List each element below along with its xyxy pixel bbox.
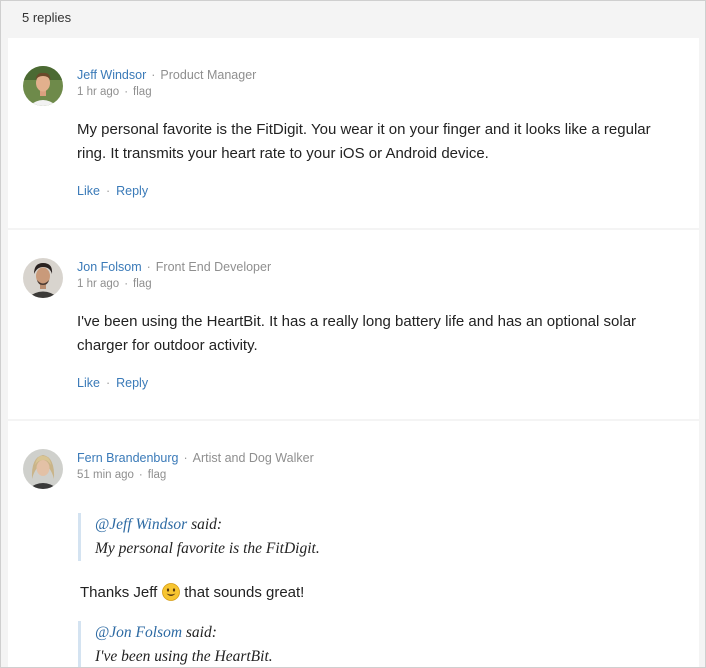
reply-link[interactable]: Reply <box>116 376 148 390</box>
replies-count: 5 replies <box>22 10 72 25</box>
like-link[interactable]: Like <box>77 184 100 198</box>
quote-said: said: <box>182 624 217 641</box>
reply-link[interactable]: Reply <box>116 184 148 198</box>
comment-item: Fern Brandenburg · Artist and Dog Walker 5… <box>8 421 699 667</box>
comment-actions: Like · Reply <box>77 184 148 198</box>
timestamp: 51 min ago <box>77 469 134 481</box>
comment-meta: 1 hr ago · flag <box>77 278 152 290</box>
timestamp: 1 hr ago <box>77 278 120 290</box>
comment-body: Thanks Jeff that sounds great! <box>80 583 304 601</box>
quote-text: I've been using the HeartBit. <box>95 648 273 665</box>
comment-body: My personal favorite is the FitDigit. Yo… <box>77 121 651 162</box>
separator-dot: · <box>105 376 111 390</box>
comment-header: Jeff Windsor · Product Manager <box>77 67 256 83</box>
quote-text: My personal favorite is the FitDigit. <box>95 540 320 557</box>
flag-link[interactable]: flag <box>133 86 152 98</box>
blockquote: @Jon Folsom said: I've been using the He… <box>78 621 668 667</box>
author-role: Artist and Dog Walker <box>192 451 314 465</box>
separator-dot: · <box>183 451 188 465</box>
quote-said: said: <box>187 516 223 533</box>
avatar[interactable] <box>23 258 63 298</box>
thanks-text-before: Thanks Jeff <box>80 583 158 601</box>
comment-header: Fern Brandenburg · Artist and Dog Walker <box>77 450 314 466</box>
comment-item: Jon Folsom · Front End Developer 1 hr ago ·… <box>8 230 699 419</box>
flag-link[interactable]: flag <box>148 469 167 481</box>
mention-link[interactable]: @Jeff Windsor <box>95 516 187 533</box>
flag-link[interactable]: flag <box>133 278 152 290</box>
blockquote: @Jeff Windsor said: My personal favorite… <box>78 513 668 561</box>
replies-panel: 5 replies Jeff Windsor · Product Manager 1… <box>0 0 706 668</box>
separator-dot: · <box>146 260 151 274</box>
author-name-link[interactable]: Jeff Windsor <box>77 68 146 82</box>
avatar[interactable] <box>23 449 63 489</box>
author-role: Product Manager <box>160 68 257 82</box>
avatar[interactable] <box>23 66 63 106</box>
separator-dot: · <box>124 278 129 290</box>
separator-dot: · <box>124 86 129 98</box>
comment-meta: 51 min ago · flag <box>77 469 166 481</box>
timestamp: 1 hr ago <box>77 86 120 98</box>
comment-header: Jon Folsom · Front End Developer <box>77 259 271 275</box>
separator-dot: · <box>151 68 156 82</box>
thanks-text-after: that sounds great! <box>184 583 305 601</box>
comment-body: I've been using the HeartBit. It has a r… <box>77 313 637 354</box>
comment-meta: 1 hr ago · flag <box>77 86 152 98</box>
author-name-link[interactable]: Fern Brandenburg <box>77 451 178 465</box>
smiling-face-icon <box>162 583 181 601</box>
mention-link[interactable]: @Jon Folsom <box>95 624 182 641</box>
separator-dot: · <box>105 184 111 198</box>
like-link[interactable]: Like <box>77 376 100 390</box>
author-role: Front End Developer <box>155 260 272 274</box>
comment-item: Jeff Windsor · Product Manager 1 hr ago · fl… <box>8 38 699 228</box>
separator-dot: · <box>138 469 143 481</box>
comment-actions: Like · Reply <box>77 376 148 390</box>
author-name-link[interactable]: Jon Folsom <box>77 260 142 274</box>
